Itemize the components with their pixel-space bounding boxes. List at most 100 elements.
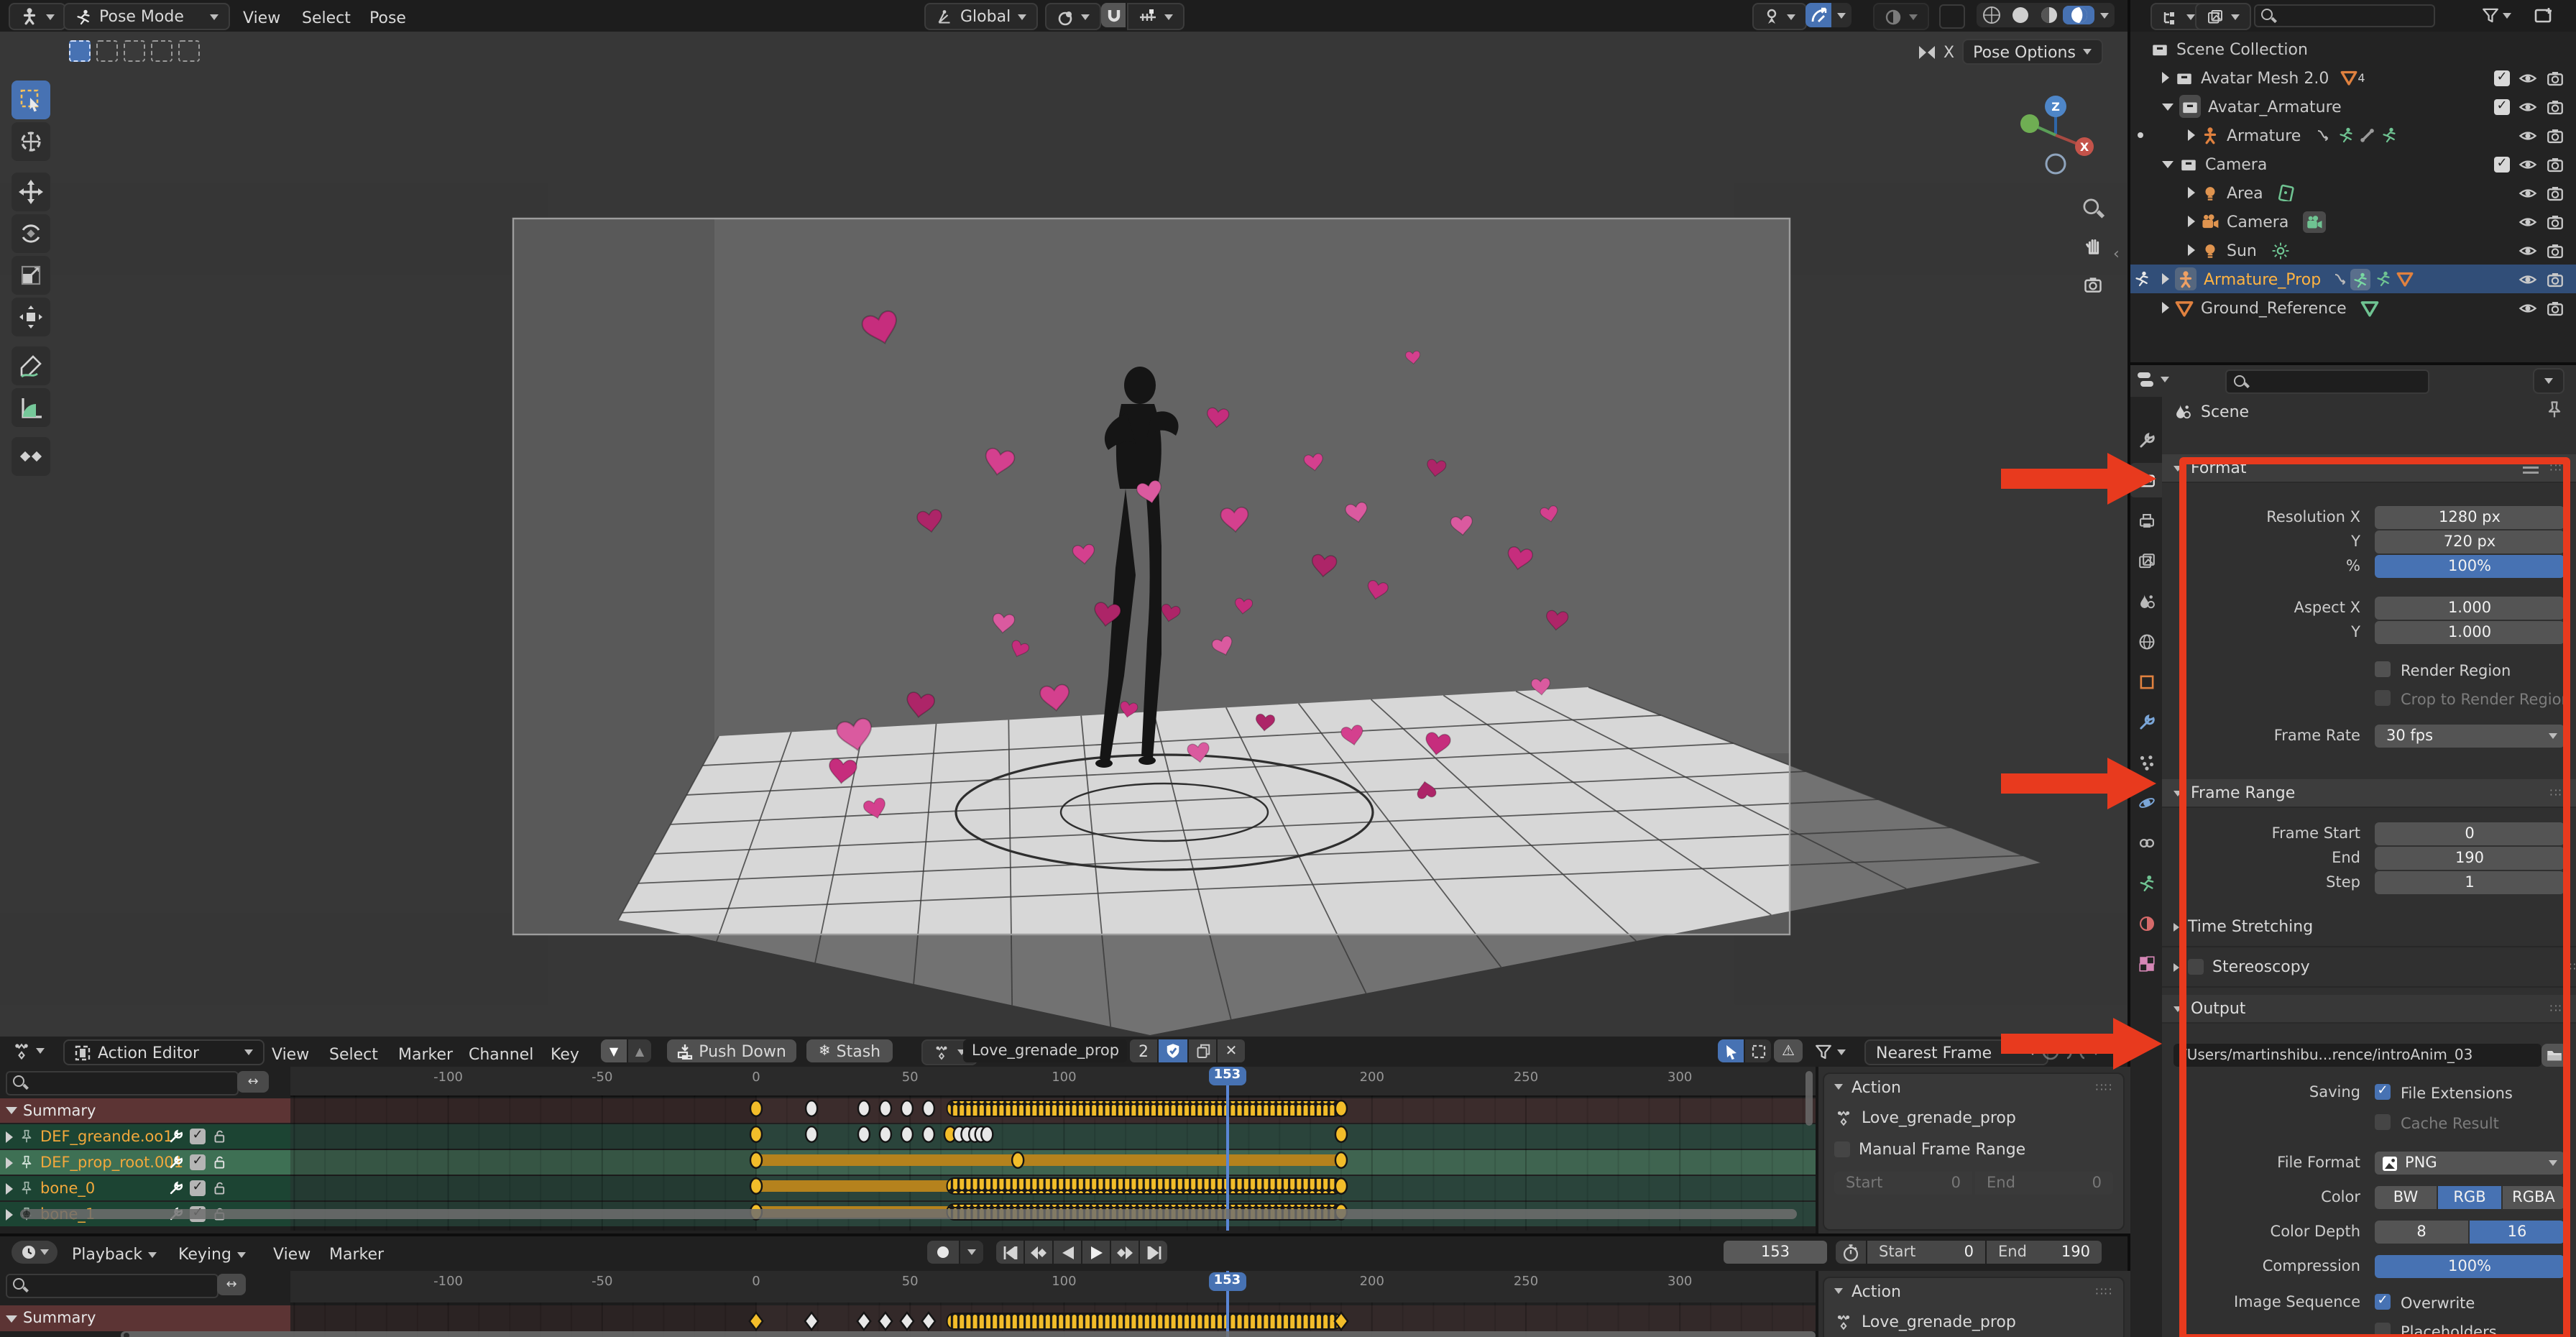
camera-restrict-icon[interactable]	[2546, 183, 2564, 202]
menu-pose[interactable]: Pose	[369, 9, 406, 27]
collapse-icon[interactable]	[6, 1315, 17, 1322]
color-rgb-button[interactable]: RGB	[2438, 1186, 2501, 1209]
animation-icon[interactable]	[2315, 127, 2332, 144]
camera-data-icon[interactable]	[2303, 211, 2326, 232]
outliner-row-sun[interactable]: Sun	[2130, 236, 2576, 265]
snap-mode-dropdown[interactable]: Nearest Frame	[1864, 1039, 2048, 1065]
file-format-dropdown[interactable]: PNG	[2375, 1152, 2564, 1175]
camera-restrict-icon[interactable]	[2546, 241, 2564, 259]
camera-restrict-icon[interactable]	[2546, 212, 2564, 231]
eye-icon[interactable]	[2518, 241, 2537, 259]
layer-prev-button[interactable]: ▼	[601, 1039, 627, 1062]
tool-transform[interactable]	[12, 298, 50, 336]
action-editor-mode-dropdown[interactable]: Action Editor	[63, 1039, 264, 1065]
collapse-icon[interactable]	[2162, 160, 2174, 167]
render-region-checkbox[interactable]	[2375, 661, 2391, 677]
outliner-row-area[interactable]: Area	[2130, 178, 2576, 207]
mode-dropdown[interactable]: Pose Mode	[63, 3, 230, 30]
armature-data-icon[interactable]	[2374, 270, 2391, 288]
tab-scene[interactable]	[2130, 584, 2162, 618]
frame-step-field[interactable]: 1	[2375, 871, 2564, 894]
tool-rotate[interactable]	[12, 214, 50, 253]
expand-icon[interactable]	[2188, 187, 2195, 198]
color-depth-16-button[interactable]: 16	[2470, 1221, 2564, 1244]
camera-restrict-icon[interactable]	[2546, 155, 2564, 173]
channel-bone-0[interactable]: bone_0 ✓	[0, 1176, 290, 1200]
panel-grip[interactable]: ∷∷	[2096, 1285, 2113, 1297]
properties-search-input[interactable]	[2225, 369, 2429, 394]
shading-wireframe[interactable]	[1977, 6, 2005, 24]
record-button[interactable]	[927, 1241, 959, 1264]
resolution-x-field[interactable]: 1280 px	[2375, 506, 2564, 529]
wrench-icon[interactable]	[168, 1129, 184, 1144]
expand-icon[interactable]	[2188, 129, 2195, 141]
tweak-select-toggle[interactable]	[1718, 1039, 1744, 1062]
channel-search-input[interactable]	[6, 1071, 239, 1095]
area-light-data-icon[interactable]	[2278, 184, 2295, 201]
timeline-channel-summary[interactable]: Summary	[0, 1305, 290, 1331]
outliner-row-ground-reference[interactable]: Ground_Reference	[2130, 293, 2576, 322]
dope-editor-type[interactable]	[12, 1041, 45, 1061]
timeline-editor-type[interactable]	[12, 1241, 58, 1264]
mirror-icon[interactable]	[1918, 42, 1936, 61]
sidebar-action-name[interactable]: Love_grenade_prop	[1862, 1313, 2016, 1331]
pose-options-dropdown[interactable]: Pose Options	[1961, 39, 2103, 65]
camera-restrict-icon[interactable]	[2546, 270, 2564, 288]
pose-mode-icon[interactable]	[2350, 268, 2370, 290]
tool-cursor[interactable]	[12, 122, 50, 161]
tab-texture[interactable]	[2130, 946, 2162, 980]
tool-measure[interactable]	[12, 388, 50, 427]
scene-end-field[interactable]: End190	[1987, 1241, 2102, 1264]
tab-physics[interactable]	[2130, 785, 2162, 819]
resolution-y-field[interactable]: 720 px	[2375, 530, 2564, 553]
timeline-current-frame-badge[interactable]: 153	[1208, 1272, 1246, 1291]
pin-icon[interactable]	[19, 1129, 34, 1144]
tab-modifiers[interactable]	[2130, 704, 2162, 739]
action-name-field[interactable]: Love_grenade_prop	[963, 1039, 1127, 1062]
unlink-action-button[interactable]: ✕	[1218, 1039, 1245, 1062]
stereoscopy-checkbox[interactable]	[2188, 959, 2204, 975]
color-depth-8-button[interactable]: 8	[2375, 1221, 2468, 1244]
cache-result-checkbox[interactable]	[2375, 1114, 2391, 1130]
select-mode-new[interactable]	[69, 40, 91, 62]
eye-icon[interactable]	[2518, 97, 2537, 116]
select-mode-subtract[interactable]	[124, 40, 145, 62]
select-mode-extend[interactable]	[96, 40, 118, 62]
bone-icon[interactable]	[2358, 127, 2375, 144]
panel-header-format[interactable]: Format ∷∷	[2162, 454, 2576, 483]
collection-checkbox[interactable]: ✓	[2494, 70, 2510, 86]
region-collapse-arrow[interactable]: ‹	[2113, 244, 2120, 263]
fake-user-shield-button[interactable]	[1159, 1039, 1187, 1062]
new-action-copy-button[interactable]	[1189, 1039, 1216, 1062]
editor-type-dropdown[interactable]	[9, 3, 66, 30]
select-mode-invert[interactable]	[151, 40, 172, 62]
menu-keying[interactable]: Keying	[178, 1245, 246, 1264]
play-button[interactable]	[1082, 1241, 1110, 1264]
outliner-row-scene-collection[interactable]: Scene Collection	[2130, 35, 2576, 63]
panel-header-frame-range[interactable]: Frame Range ∷∷	[2162, 779, 2576, 808]
eye-icon[interactable]	[2518, 68, 2537, 87]
menu-key[interactable]: Key	[551, 1045, 579, 1064]
outliner-row-camera-object[interactable]: Camera	[2130, 207, 2576, 236]
tab-particles[interactable]	[2130, 745, 2162, 779]
compression-slider[interactable]: 100%	[2375, 1255, 2564, 1278]
snap-settings-dropdown[interactable]	[1127, 3, 1184, 30]
pin-icon[interactable]	[19, 1154, 34, 1170]
expand-icon[interactable]	[2162, 273, 2169, 285]
frame-rate-dropdown[interactable]: 30 fps	[2375, 725, 2564, 748]
tab-world[interactable]	[2130, 624, 2162, 658]
outliner-row-camera-collection[interactable]: Camera ✓	[2130, 150, 2576, 178]
collapse-icon[interactable]	[2162, 103, 2174, 110]
channel-enable-checkbox[interactable]: ✓	[190, 1180, 206, 1196]
jump-to-start-button[interactable]	[996, 1241, 1024, 1264]
timeline-search-toggle[interactable]: ↔	[217, 1274, 246, 1295]
tab-object-data[interactable]	[2130, 865, 2162, 900]
collection-checkbox[interactable]: ✓	[2494, 156, 2510, 172]
pivot-point-dropdown[interactable]	[1045, 3, 1101, 30]
action-users-button[interactable]: 2	[1130, 1039, 1157, 1062]
outliner-search-input[interactable]	[2254, 4, 2435, 27]
menu-select[interactable]: Select	[329, 1045, 378, 1064]
layer-next-button[interactable]: ▲	[628, 1039, 651, 1062]
menu-view[interactable]: View	[243, 9, 280, 27]
menu-view[interactable]: View	[272, 1045, 309, 1064]
